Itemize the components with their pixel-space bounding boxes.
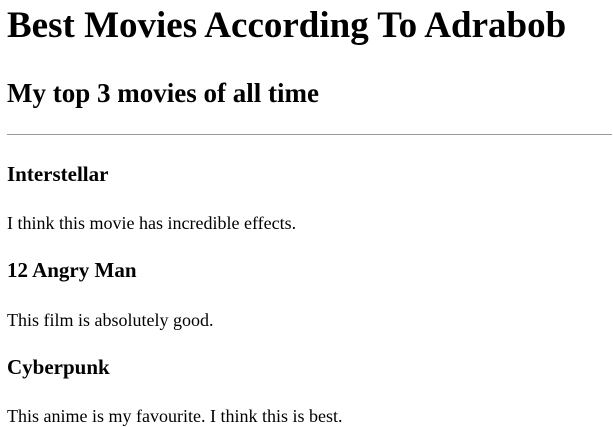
movie-description: This anime is my favourite. I think this… bbox=[7, 406, 343, 426]
movie-title: Interstellar bbox=[7, 162, 109, 186]
page: Best Movies According To Adrabob My top … bbox=[0, 0, 613, 427]
movie-title: Cyberpunk bbox=[7, 355, 110, 379]
page-subtitle: My top 3 movies of all time bbox=[7, 78, 319, 108]
movie-description: This film is absolutely good. bbox=[7, 310, 214, 330]
page-title: Best Movies According To Adrabob bbox=[7, 5, 567, 46]
movie-description: I think this movie has incredible effect… bbox=[7, 213, 297, 233]
divider bbox=[7, 134, 612, 135]
movie-title: 12 Angry Man bbox=[7, 258, 137, 282]
